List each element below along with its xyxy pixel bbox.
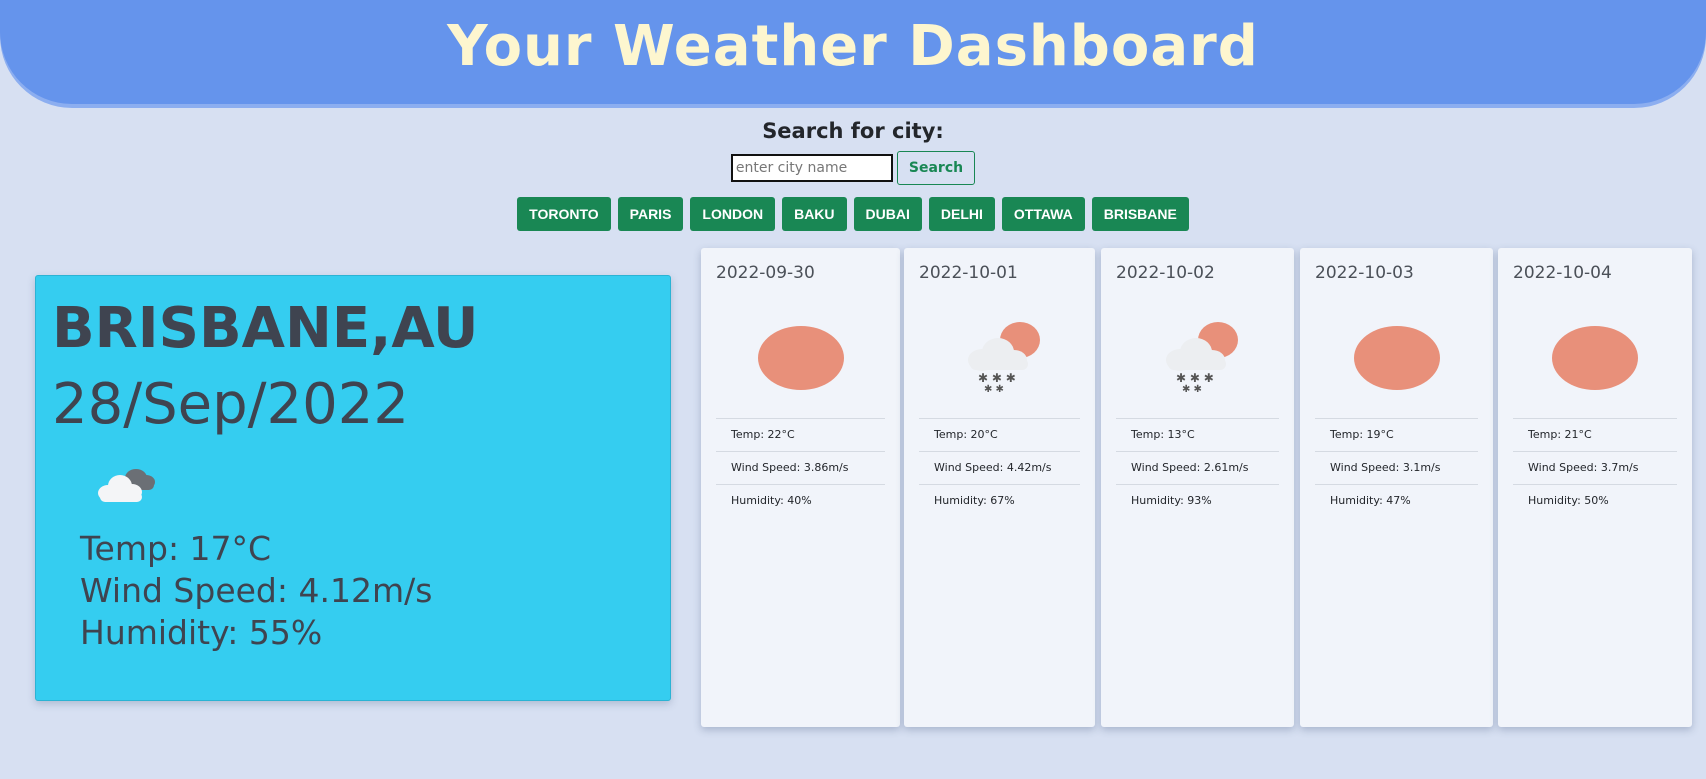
current-temp: Temp: 17°C: [80, 529, 272, 568]
forecast-temp: Temp: 19°C: [1315, 418, 1478, 451]
forecast-date: 2022-10-01: [919, 263, 1018, 283]
forecast-date: 2022-10-02: [1116, 263, 1215, 283]
forecast-card: 2022-09-30 Temp: 22°C Wind Speed: 3.86m/…: [701, 248, 900, 727]
current-humidity: Humidity: 55%: [80, 613, 323, 652]
forecast-humidity: Humidity: 50%: [1513, 484, 1677, 517]
current-stats: Temp: 17°C Wind Speed: 4.12m/s Humidity:…: [80, 528, 654, 654]
forecast-wind: Wind Speed: 4.42m/s: [919, 451, 1080, 484]
forecast-date: 2022-10-03: [1315, 263, 1414, 283]
current-wind: Wind Speed: 4.12m/s: [80, 571, 433, 610]
forecast-temp: Temp: 22°C: [716, 418, 885, 451]
forecast-wind: Wind Speed: 3.86m/s: [716, 451, 885, 484]
forecast-details: Temp: 20°C Wind Speed: 4.42m/s Humidity:…: [919, 418, 1080, 517]
forecast-humidity: Humidity: 67%: [919, 484, 1080, 517]
search-history: TORONTO PARIS LONDON BAKU DUBAI DELHI OT…: [0, 197, 1706, 231]
forecast-date: 2022-09-30: [716, 263, 815, 283]
snow-sun-icon: ✱ ✱ ✱ ✱ ✱: [1165, 322, 1238, 394]
forecast-card: 2022-10-04 Temp: 21°C Wind Speed: 3.7m/s…: [1498, 248, 1692, 727]
forecast-details: Temp: 21°C Wind Speed: 3.7m/s Humidity: …: [1513, 418, 1677, 517]
forecast-details: Temp: 19°C Wind Speed: 3.1m/s Humidity: …: [1315, 418, 1478, 517]
history-button-dubai[interactable]: DUBAI: [853, 197, 922, 231]
forecast-details: Temp: 13°C Wind Speed: 2.61m/s Humidity:…: [1116, 418, 1279, 517]
sun-icon: [1552, 326, 1638, 390]
forecast-temp: Temp: 21°C: [1513, 418, 1677, 451]
search-row: Search: [0, 151, 1706, 185]
history-button-baku[interactable]: BAKU: [782, 197, 847, 231]
sun-icon: [757, 326, 844, 390]
history-button-toronto[interactable]: TORONTO: [517, 197, 611, 231]
svg-text:✱ ✱: ✱ ✱: [1182, 384, 1202, 394]
forecast-card: 2022-10-02 ✱ ✱ ✱ ✱ ✱ Temp: 13°C Wind Spe…: [1101, 248, 1294, 727]
search-button[interactable]: Search: [896, 151, 976, 185]
current-date: 28/Sep/2022: [52, 372, 410, 437]
forecast-details: Temp: 22°C Wind Speed: 3.86m/s Humidity:…: [716, 418, 885, 517]
snow-sun-icon: ✱ ✱ ✱ ✱ ✱: [967, 322, 1040, 394]
header-banner: Your Weather Dashboard: [0, 0, 1706, 104]
forecast-humidity: Humidity: 47%: [1315, 484, 1478, 517]
search-input[interactable]: [730, 154, 893, 182]
history-button-paris[interactable]: PARIS: [617, 197, 684, 231]
forecast-temp: Temp: 13°C: [1116, 418, 1279, 451]
forecast-wind: Wind Speed: 2.61m/s: [1116, 451, 1279, 484]
forecast-card: 2022-10-03 Temp: 19°C Wind Speed: 3.1m/s…: [1300, 248, 1493, 727]
history-button-ottawa[interactable]: OTTAWA: [1001, 197, 1085, 231]
forecast-humidity: Humidity: 40%: [716, 484, 885, 517]
sun-icon: [1353, 326, 1440, 390]
cloudy-icon: [90, 458, 160, 508]
forecast-humidity: Humidity: 93%: [1116, 484, 1279, 517]
forecast-temp: Temp: 20°C: [919, 418, 1080, 451]
page-title: Your Weather Dashboard: [447, 13, 1259, 79]
svg-text:✱ ✱: ✱ ✱: [984, 384, 1004, 394]
forecast-wind: Wind Speed: 3.7m/s: [1513, 451, 1677, 484]
svg-text:✱ ✱ ✱: ✱ ✱ ✱: [978, 371, 1016, 385]
forecast-date: 2022-10-04: [1513, 263, 1612, 283]
search-area: Search for city: Search: [0, 116, 1706, 185]
forecast-wind: Wind Speed: 3.1m/s: [1315, 451, 1478, 484]
forecast-card: 2022-10-01 ✱ ✱ ✱ ✱ ✱ Temp: 20°C Wind Spe…: [904, 248, 1095, 727]
svg-text:✱ ✱ ✱: ✱ ✱ ✱: [1176, 371, 1214, 385]
current-city: BRISBANE,AU: [52, 296, 479, 361]
current-weather-card: BRISBANE,AU 28/Sep/2022 Temp: 17°C Wind …: [35, 275, 671, 701]
history-button-delhi[interactable]: DELHI: [928, 197, 995, 231]
history-button-london[interactable]: LONDON: [690, 197, 776, 231]
search-label: Search for city:: [762, 119, 944, 143]
history-button-brisbane[interactable]: BRISBANE: [1091, 197, 1189, 231]
